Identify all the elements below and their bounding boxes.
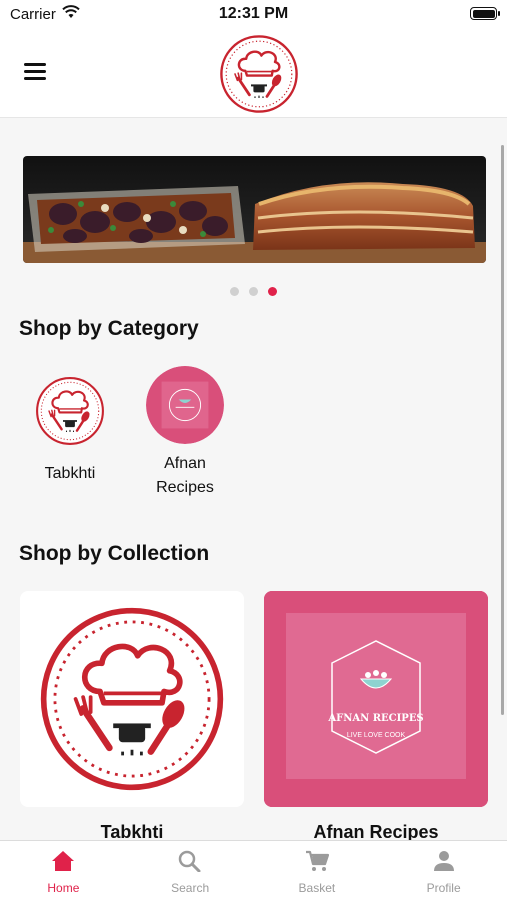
tab-profile[interactable]: Profile [380,841,507,900]
carousel-dot[interactable] [249,287,258,296]
tab-basket[interactable]: Basket [254,841,381,900]
battery-icon [470,7,500,20]
person-icon [433,851,454,871]
tab-label: Home [47,881,80,895]
status-bar: Carrier 12:31 PM [0,0,507,28]
category-logo-afnan [146,366,224,444]
tab-label: Search [171,881,210,895]
category-label: Tabkhti [44,465,96,482]
category-section-title: Shop by Category [19,317,199,340]
category-logo-tabkhti [35,376,105,446]
bottom-tab-bar: Home Search Basket Profile [0,840,507,900]
afnan-logo-tagline: LIVE LOVE COOK [347,732,406,739]
tab-home[interactable]: Home [0,841,127,900]
collection-section-title: Shop by Collection [19,542,210,565]
cart-icon [305,850,329,871]
tab-label: Profile [426,881,461,895]
collection-card-afnan[interactable]: AFNAN RECIPES LIVE LOVE COOK [264,591,488,807]
tab-label: Basket [298,881,336,895]
status-time: 12:31 PM [218,5,289,22]
hamburger-menu-icon[interactable] [24,63,46,81]
scrollbar[interactable] [501,145,504,715]
top-nav-bar [0,28,507,118]
carousel-dot[interactable] [230,287,239,296]
collection-card-tabkhti[interactable] [20,591,244,807]
search-icon [178,850,201,872]
banner-food-image [23,156,486,263]
home-icon [52,851,75,871]
afnan-logo-title: AFNAN RECIPES [327,713,423,724]
carousel-page-indicator[interactable] [0,283,507,301]
category-item-afnan[interactable]: Afnan Recipes [135,366,235,500]
carousel-dot-active[interactable] [268,287,277,296]
tabkhti-chef-logo [219,34,299,114]
afnan-recipes-logo: AFNAN RECIPES LIVE LOVE COOK [264,591,488,807]
tab-search[interactable]: Search [127,841,254,900]
tabkhti-chef-logo [20,591,244,807]
category-item-tabkhti[interactable]: Tabkhti [20,376,120,486]
banner-carousel[interactable] [23,156,486,263]
category-label: Afnan Recipes [156,455,214,496]
